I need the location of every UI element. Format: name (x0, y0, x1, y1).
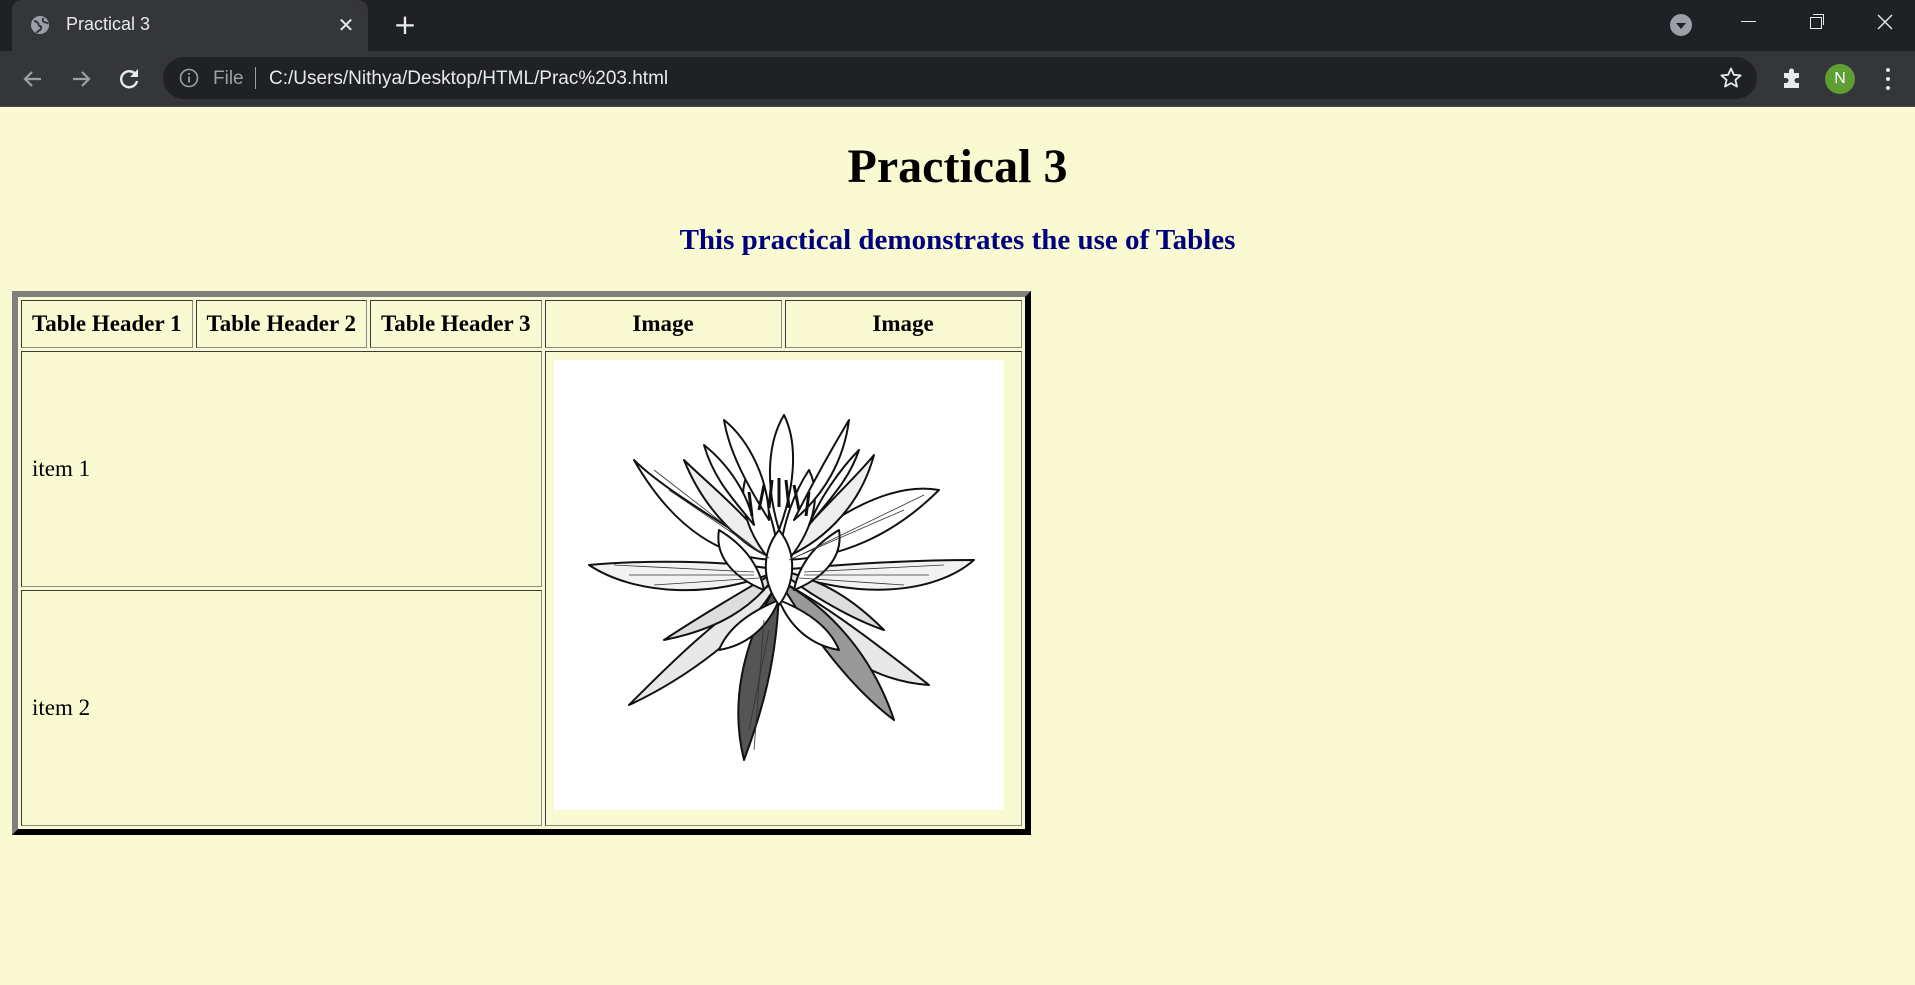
table-header-row: Table Header 1 Table Header 2 Table Head… (21, 300, 1022, 348)
file-label: File (213, 68, 244, 89)
restore-icon[interactable] (1786, 0, 1846, 44)
avatar[interactable]: N (1825, 64, 1855, 94)
table-header-cell: Table Header 1 (21, 300, 193, 348)
table-header-cell: Image (544, 300, 782, 348)
demo-table: Table Header 1 Table Header 2 Table Head… (12, 291, 1031, 835)
page-title: Practical 3 (847, 140, 1068, 193)
url-text[interactable]: C:/Users/Nithya/Desktop/HTML/Prac%203.ht… (269, 68, 668, 90)
address-bar[interactable]: File C:/Users/Nithya/Desktop/HTML/Prac%2… (163, 57, 1757, 99)
active-tab[interactable]: Practical 3 ✕ (12, 0, 368, 51)
tab-search-icon[interactable] (1670, 14, 1692, 36)
back-arrow-icon[interactable] (19, 65, 47, 93)
table-header-cell: Table Header 3 (370, 300, 542, 348)
table-row: item 1 (21, 351, 1022, 826)
kebab-menu-icon[interactable] (1882, 65, 1894, 93)
window-close-icon[interactable] (1855, 0, 1915, 44)
image-cell (544, 351, 1022, 826)
forward-arrow-icon[interactable] (67, 65, 95, 93)
table-cell: item 1 (21, 351, 542, 587)
page-content: Practical 3 This practical demonstrates … (0, 107, 1915, 985)
minimize-icon[interactable] (1718, 0, 1778, 44)
star-icon[interactable] (1719, 66, 1743, 90)
globe-icon (31, 16, 49, 34)
lotus-drawing (587, 414, 975, 761)
table-cell: item 2 (21, 590, 542, 826)
table-header-cell: Image (784, 300, 1022, 348)
close-icon[interactable]: ✕ (334, 13, 358, 37)
browser-toolbar: File C:/Users/Nithya/Desktop/HTML/Prac%2… (0, 51, 1915, 107)
table-header-cell: Table Header 2 (195, 300, 368, 348)
tab-strip: Practical 3 ✕ + (0, 0, 1915, 51)
plus-icon[interactable]: + (392, 11, 418, 39)
puzzle-extension-icon[interactable] (1779, 65, 1805, 91)
tab-title: Practical 3 (66, 14, 151, 34)
lotus-flower-image (553, 360, 1004, 810)
page-subtitle: This practical demonstrates the use of T… (679, 224, 1236, 256)
info-icon[interactable] (179, 68, 199, 88)
divider (255, 67, 256, 89)
reload-icon[interactable] (115, 65, 143, 93)
